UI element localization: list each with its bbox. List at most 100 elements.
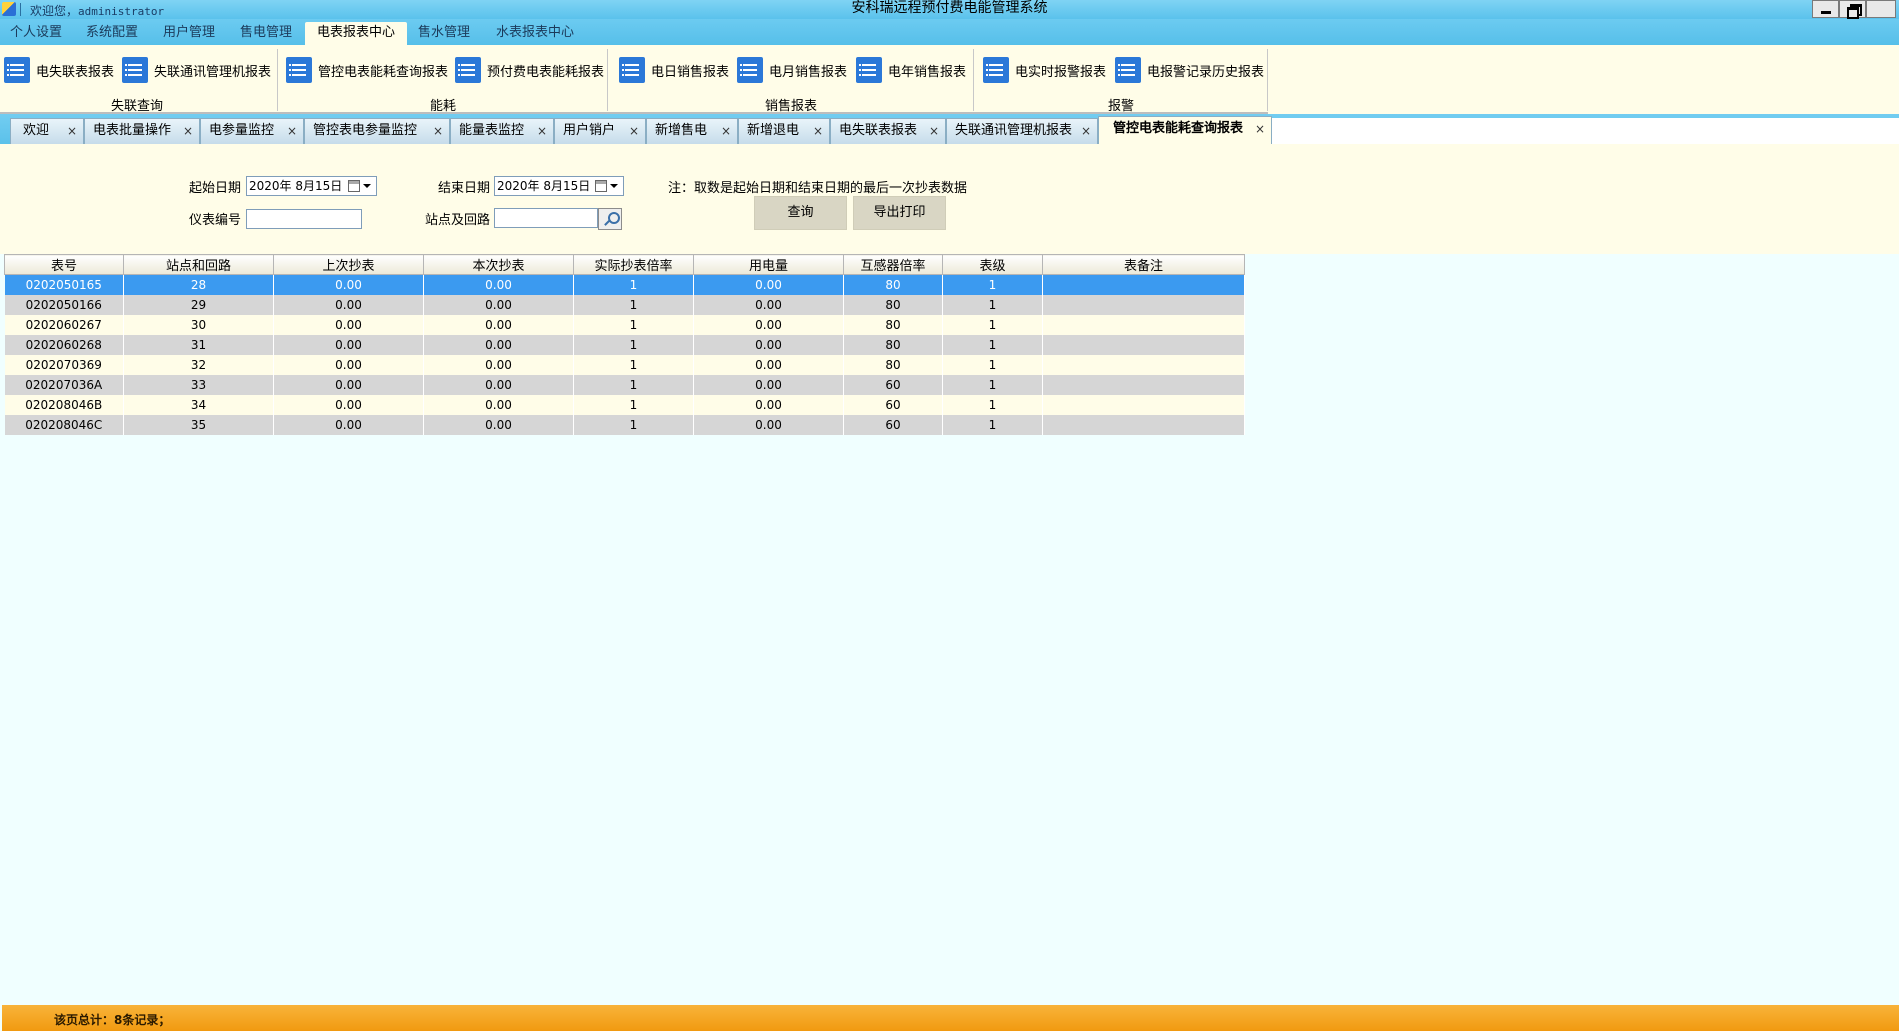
report-button-yearly-sales[interactable]: 电年销售报表	[856, 57, 966, 83]
close-icon[interactable]: ×	[1255, 117, 1265, 141]
table-cell	[1042, 414, 1245, 435]
list-icon	[1115, 57, 1141, 83]
table-cell: 0.00	[693, 414, 844, 435]
doc-tab-welcome[interactable]: 欢迎 ×	[10, 118, 84, 144]
data-note: 注：取数是起始日期和结束日期的最后一次抄表数据	[668, 181, 968, 196]
menu-tab-system-config[interactable]: 系统配置	[76, 22, 148, 45]
table-cell: 0202050166	[4, 294, 124, 315]
table-cell: 0.00	[273, 394, 424, 415]
table-cell: 30	[123, 314, 274, 335]
meter-number-label: 仪表编号	[189, 213, 242, 228]
table-cell	[1042, 374, 1245, 395]
meter-number-input[interactable]	[246, 209, 362, 229]
report-button-controlled-meter-energy[interactable]: 管控电表能耗查询报表	[286, 57, 448, 83]
list-icon	[856, 57, 882, 83]
column-header[interactable]: 站点和回路	[123, 254, 274, 275]
doc-tab-new-power-refund[interactable]: 新增退电 ×	[738, 118, 830, 144]
calendar-dropdown-icon[interactable]	[593, 179, 621, 193]
report-button-alarm-history[interactable]: 电报警记录历史报表	[1115, 57, 1264, 83]
column-header[interactable]: 实际抄表倍率	[573, 254, 694, 275]
doc-tab-energy-meter-monitor[interactable]: 能量表监控 ×	[450, 118, 554, 144]
close-icon[interactable]: ×	[183, 119, 193, 143]
close-icon[interactable]: ×	[433, 119, 443, 143]
table-row[interactable]: 0202050166 29 0.00 0.00 1 0.00 80 1	[4, 294, 1245, 315]
table-cell: 0.00	[423, 294, 574, 315]
column-header[interactable]: 用电量	[693, 254, 844, 275]
doc-tab-label: 电失联表报表	[839, 123, 918, 138]
table-cell: 1	[573, 354, 694, 375]
table-cell: 0.00	[273, 334, 424, 355]
doc-tab-batch-meter-ops[interactable]: 电表批量操作 ×	[84, 118, 200, 144]
table-row[interactable]: 020207036A 33 0.00 0.00 1 0.00 60 1	[4, 374, 1245, 395]
column-header[interactable]: 表号	[4, 254, 124, 275]
restore-window-button[interactable]	[1839, 0, 1866, 19]
table-row[interactable]: 0202070369 32 0.00 0.00 1 0.00 80 1	[4, 354, 1245, 375]
menu-tab-meter-report-center[interactable]: 电表报表中心	[305, 22, 408, 45]
doc-tab-user-account-close[interactable]: 用户销户 ×	[554, 118, 646, 144]
menu-tab-water-sales[interactable]: 售水管理	[408, 22, 480, 45]
report-button-daily-sales[interactable]: 电日销售报表	[619, 57, 729, 83]
report-button-offline-meters[interactable]: 电失联表报表	[4, 57, 114, 83]
report-button-offline-comm-managers[interactable]: 失联通讯管理机报表	[122, 57, 271, 83]
doc-tab-offline-meter-report[interactable]: 电失联表报表 ×	[830, 118, 946, 144]
doc-tab-new-power-sale[interactable]: 新增售电 ×	[646, 118, 738, 144]
start-date-picker[interactable]: 2020年 8月15日	[246, 176, 377, 196]
column-header[interactable]: 本次抄表	[423, 254, 574, 275]
table-cell: 1	[942, 294, 1043, 315]
list-icon	[286, 57, 312, 83]
start-date-value: 2020年 8月15日	[249, 179, 343, 193]
doc-tab-controlled-energy-report[interactable]: 管控电表能耗查询报表 ×	[1098, 116, 1272, 144]
end-date-picker[interactable]: 2020年 8月15日	[494, 176, 624, 196]
menu-tab-personal-settings[interactable]: 个人设置	[0, 22, 72, 45]
close-icon[interactable]: ×	[629, 119, 639, 143]
energy-report-table: 表号 站点和回路 上次抄表 本次抄表 实际抄表倍率 用电量 互感器倍率 表级 表…	[4, 254, 1245, 435]
menu-tab-user-management[interactable]: 用户管理	[153, 22, 225, 45]
table-row[interactable]: 020208046C 35 0.00 0.00 1 0.00 60 1	[4, 414, 1245, 435]
close-icon[interactable]: ×	[67, 119, 77, 143]
menu-tab-power-sales[interactable]: 售电管理	[230, 22, 302, 45]
column-header[interactable]: 表级	[942, 254, 1043, 275]
report-button-realtime-alarm[interactable]: 电实时报警报表	[983, 57, 1106, 83]
button-label: 预付费电表能耗报表	[487, 64, 605, 80]
column-header[interactable]: 互感器倍率	[843, 254, 943, 275]
table-row[interactable]: 020208046B 34 0.00 0.00 1 0.00 60 1	[4, 394, 1245, 415]
calendar-dropdown-icon[interactable]	[346, 179, 374, 193]
list-icon	[4, 57, 30, 83]
close-icon[interactable]: ×	[1081, 119, 1091, 143]
report-button-monthly-sales[interactable]: 电月销售报表	[737, 57, 847, 83]
close-window-button[interactable]	[1866, 0, 1896, 18]
doc-tab-controlled-param-monitor[interactable]: 管控表电参量监控 ×	[304, 118, 450, 144]
site-circuit-input[interactable]	[494, 208, 598, 228]
menu-tab-water-report-center[interactable]: 水表报表中心	[486, 22, 584, 45]
report-button-prepaid-meter-energy[interactable]: 预付费电表能耗报表	[455, 57, 604, 83]
table-cell: 0202060267	[4, 314, 124, 335]
doc-tab-power-param-monitor[interactable]: 电参量监控 ×	[200, 118, 304, 144]
welcome-text: 欢迎您，administrator	[30, 2, 164, 19]
table-cell: 1	[942, 314, 1043, 335]
doc-tab-label: 欢迎	[23, 123, 50, 138]
ribbon-separator	[1267, 49, 1268, 111]
close-icon[interactable]: ×	[537, 119, 547, 143]
doc-tab-offline-comm-report[interactable]: 失联通讯管理机报表 ×	[946, 118, 1098, 144]
minimize-window-button[interactable]	[1812, 0, 1839, 18]
column-header[interactable]: 上次抄表	[273, 254, 424, 275]
table-cell: 0.00	[693, 374, 844, 395]
query-button[interactable]: 查询	[754, 196, 847, 230]
table-row[interactable]: 0202060267 30 0.00 0.00 1 0.00 80 1	[4, 314, 1245, 335]
table-cell: 80	[843, 274, 943, 295]
table-cell: 32	[123, 354, 274, 375]
table-row[interactable]: 0202050165 28 0.00 0.00 1 0.00 80 1	[4, 274, 1245, 295]
export-print-button[interactable]: 导出打印	[853, 196, 946, 230]
button-label: 电失联表报表	[36, 64, 115, 80]
table-row[interactable]: 0202060268 31 0.00 0.00 1 0.00 80 1	[4, 334, 1245, 355]
table-cell: 80	[843, 334, 943, 355]
site-search-icon[interactable]	[598, 208, 622, 230]
close-icon[interactable]: ×	[721, 119, 731, 143]
table-cell: 0.00	[693, 274, 844, 295]
close-icon[interactable]: ×	[929, 119, 939, 143]
close-icon[interactable]: ×	[287, 119, 297, 143]
close-icon[interactable]: ×	[813, 119, 823, 143]
app-logo-icon	[2, 2, 16, 16]
column-header[interactable]: 表备注	[1042, 254, 1245, 275]
table-cell: 1	[942, 354, 1043, 375]
